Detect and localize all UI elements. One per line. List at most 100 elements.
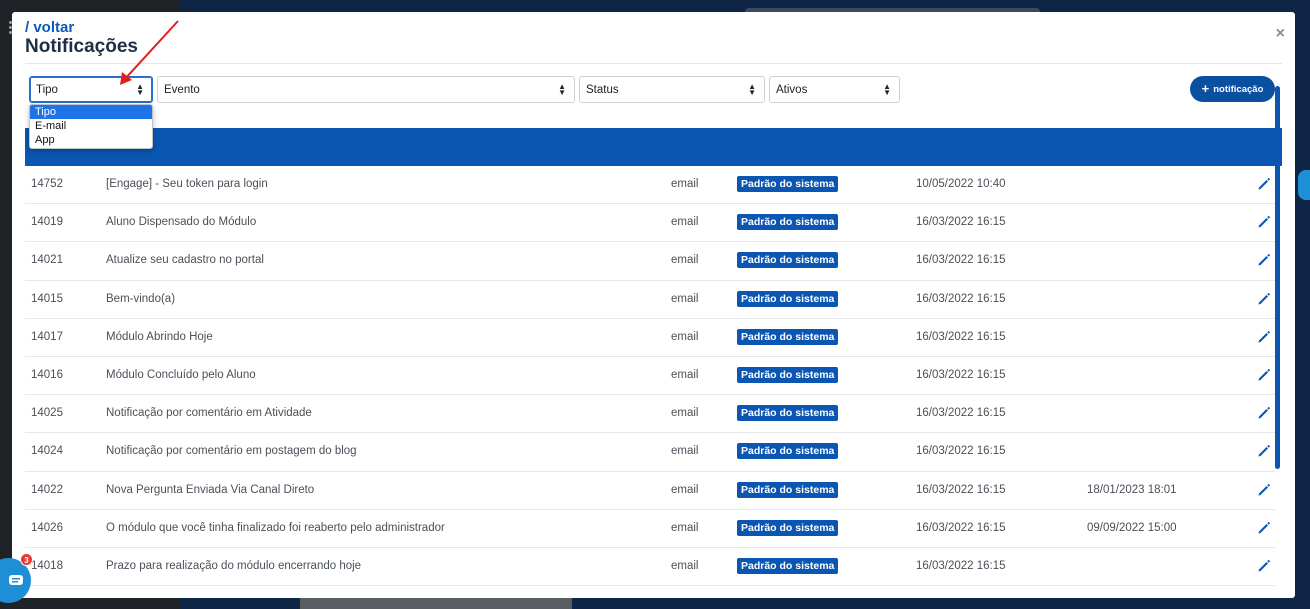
notification-id: 14022 [31, 483, 63, 496]
updated-date: 18/01/2023 18:01 [1087, 483, 1177, 496]
edit-pencil-icon[interactable] [1257, 444, 1271, 458]
created-date: 16/03/2022 16:15 [916, 216, 1006, 229]
notification-name: Aluno Dispensado do Módulo [106, 216, 257, 229]
accessibility-side-tab[interactable] [1298, 170, 1310, 200]
system-default-badge: Padrão do sistema [737, 176, 839, 192]
notification-name: [Engage] - Seu token para login [106, 178, 268, 190]
notification-name: Bem-vindo(a) [106, 292, 176, 305]
chat-icon [8, 574, 23, 585]
notification-type: email [671, 559, 699, 572]
status-select[interactable]: Status ▲ ▼ [579, 76, 765, 103]
select-caret-icon: ▲ ▼ [883, 82, 891, 97]
ativos-select-value: Ativos [776, 84, 808, 96]
system-default-badge: Padrão do sistema [737, 405, 839, 422]
table-row: 14021 Atualize seu cadastro no portal emai… [25, 242, 1275, 281]
notification-id: 14016 [31, 368, 63, 381]
created-date: 16/03/2022 16:15 [916, 483, 1006, 496]
table-row: 14024 Notificação por comentário em posta… [25, 433, 1275, 472]
created-date: 16/03/2022 16:15 [916, 445, 1006, 458]
updated-date: 09/09/2022 15:00 [1087, 521, 1177, 534]
system-default-badge: Padrão do sistema [737, 328, 839, 345]
created-date: 16/03/2022 16:15 [916, 407, 1006, 420]
edit-pencil-icon[interactable] [1257, 368, 1271, 382]
status-select-value: Status [586, 84, 619, 96]
edit-pencil-icon[interactable] [1257, 253, 1271, 267]
system-default-badge: Padrão do sistema [737, 290, 839, 307]
notification-id: 14019 [31, 216, 63, 229]
add-notification-button[interactable]: + notificação [1190, 76, 1275, 102]
notification-name: Notificação por comentário em Atividade [106, 407, 312, 420]
tipo-dropdown-list: Tipo E-mail App [29, 104, 153, 149]
ativos-select[interactable]: Ativos ▲ ▼ [769, 76, 900, 103]
notification-name: Atualize seu cadastro no portal [106, 254, 264, 267]
notification-id: 14015 [31, 292, 63, 305]
notification-id: 14024 [31, 445, 63, 458]
created-date: 16/03/2022 16:15 [916, 521, 1006, 534]
tipo-option-email[interactable]: E-mail [30, 119, 152, 133]
notification-type: email [671, 330, 699, 343]
system-default-badge: Padrão do sistema [737, 519, 839, 536]
notification-id: 14017 [31, 330, 63, 343]
notification-id: 14018 [31, 559, 63, 572]
header-divider [25, 63, 1282, 64]
plus-icon: + [1201, 81, 1210, 96]
table-row: 14022 Nova Pergunta Enviada Via Canal Dir… [25, 472, 1275, 510]
created-date: 16/03/2022 16:15 [916, 559, 1006, 572]
table-row: 14025 Notificação por comentário em Ativi… [25, 395, 1275, 434]
system-default-badge: Padrão do sistema [737, 252, 839, 269]
add-notification-label: notificação [1213, 83, 1264, 95]
notification-type: email [671, 521, 699, 534]
edit-pencil-icon[interactable] [1257, 483, 1271, 497]
notification-type: email [671, 368, 699, 381]
notification-type: email [671, 216, 699, 229]
notification-id: 14021 [31, 254, 63, 267]
tipo-option-app[interactable]: App [30, 133, 152, 147]
close-icon[interactable]: × [1276, 25, 1285, 43]
table-header [25, 128, 1282, 166]
notification-name: Prazo para realização do módulo encerran… [106, 559, 362, 572]
table-row: 14016 Módulo Concluído pelo Aluno email Pad… [25, 357, 1275, 396]
notifications-modal: / voltar Notificações × Tipo ▲ ▼ Evento ▲… [12, 12, 1295, 598]
created-date: 16/03/2022 16:15 [916, 330, 1006, 343]
annotation-arrow-icon [120, 20, 179, 85]
edit-pencil-icon[interactable] [1257, 177, 1271, 191]
edit-pencil-icon[interactable] [1257, 406, 1271, 420]
table-row: 14018 Prazo para realização do módulo enc… [25, 548, 1275, 587]
evento-select[interactable]: Evento ▲ ▼ [157, 76, 575, 103]
notification-name: Módulo Concluído pelo Aluno [106, 368, 256, 381]
chat-notification-badge: 3 [20, 553, 33, 566]
created-date: 16/03/2022 16:15 [916, 254, 1006, 267]
notification-name: Notificação por comentário em postagem d… [106, 445, 357, 458]
background-bottom-bar [300, 598, 572, 609]
tipo-select-value: Tipo [36, 84, 58, 96]
table-row: 14015 Bem-vindo(a) email Padrão do sistema 1… [25, 281, 1275, 319]
tipo-option-tipo[interactable]: Tipo [30, 105, 152, 119]
edit-pencil-icon[interactable] [1257, 330, 1271, 344]
notification-type: email [671, 178, 699, 190]
edit-pencil-icon[interactable] [1257, 215, 1271, 229]
table-row: 14752 [Engage] - Seu token para login emai… [25, 166, 1275, 205]
system-default-badge: Padrão do sistema [737, 366, 839, 383]
notification-type: email [671, 254, 699, 267]
edit-pencil-icon[interactable] [1257, 292, 1271, 306]
system-default-badge: Padrão do sistema [737, 214, 839, 231]
notifications-table-body: 14752 [Engage] - Seu token para login emai… [25, 166, 1275, 587]
notification-name: Módulo Abrindo Hoje [106, 330, 213, 343]
edit-pencil-icon[interactable] [1257, 559, 1271, 573]
scrollbar[interactable] [1275, 86, 1280, 469]
notification-id: 14025 [31, 407, 63, 420]
created-date: 16/03/2022 16:15 [916, 368, 1006, 381]
notification-name: O módulo que você tinha finalizado foi r… [106, 521, 445, 534]
notification-name: Nova Pergunta Enviada Via Canal Direto [106, 483, 315, 496]
select-caret-icon: ▲ ▼ [748, 82, 756, 97]
table-row: 14017 Módulo Abrindo Hoje email Padrão do s… [25, 319, 1275, 357]
back-link[interactable]: / voltar [25, 19, 74, 36]
notification-type: email [671, 483, 699, 496]
system-default-badge: Padrão do sistema [737, 557, 839, 574]
system-default-badge: Padrão do sistema [737, 481, 839, 498]
table-row: 14026 O módulo que você tinha finalizado … [25, 510, 1275, 548]
notification-id: 14752 [31, 178, 63, 190]
created-date: 10/05/2022 10:40 [916, 178, 1006, 190]
table-row: 14019 Aluno Dispensado do Módulo email Padr… [25, 204, 1275, 243]
edit-pencil-icon[interactable] [1257, 521, 1271, 535]
